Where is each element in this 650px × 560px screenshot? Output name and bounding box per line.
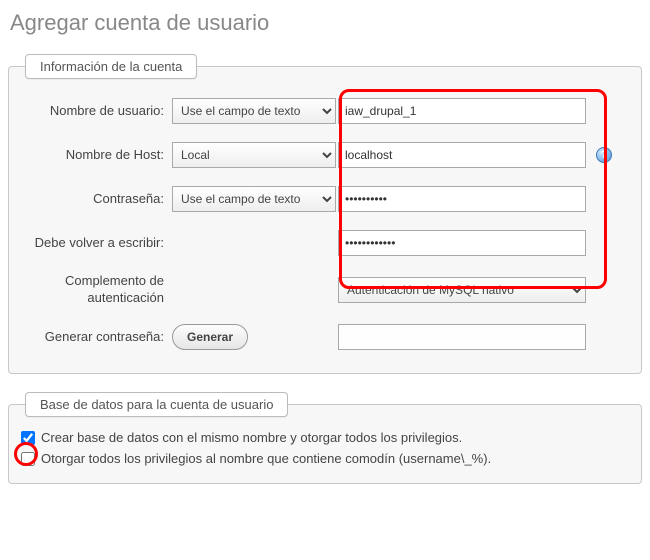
- row-retype: Debe volver a escribir:: [17, 221, 633, 265]
- generated-password-input[interactable]: [338, 324, 586, 350]
- username-label: Nombre de usuario:: [17, 103, 172, 120]
- username-input[interactable]: [338, 98, 586, 124]
- row-host: Nombre de Host: Local ?: [17, 133, 633, 177]
- host-mode-select[interactable]: Local: [172, 142, 336, 168]
- generate-button[interactable]: Generar: [172, 324, 248, 350]
- row-password: Contraseña: Use el campo de texto: [17, 177, 633, 221]
- retype-input[interactable]: [338, 230, 586, 256]
- password-mode-select[interactable]: Use el campo de texto: [172, 186, 336, 212]
- auth-plugin-label: Complemento de autenticación: [17, 273, 172, 307]
- create-same-db-label: Crear base de datos con el mismo nombre …: [41, 430, 462, 445]
- wildcard-db-label: Otorgar todos los privilegios al nombre …: [41, 451, 491, 466]
- username-mode-select[interactable]: Use el campo de texto: [172, 98, 336, 124]
- host-input[interactable]: [338, 142, 586, 168]
- database-fieldset: Base de datos para la cuenta de usuario …: [8, 392, 642, 484]
- host-label: Nombre de Host:: [17, 147, 172, 164]
- database-legend: Base de datos para la cuenta de usuario: [25, 392, 288, 417]
- account-info-legend: Información de la cuenta: [25, 54, 197, 79]
- help-icon[interactable]: ?: [596, 147, 612, 163]
- create-same-db-checkbox[interactable]: [21, 431, 35, 445]
- auth-plugin-select[interactable]: Autenticación de MySQL nativo: [338, 277, 586, 303]
- generate-label: Generar contraseña:: [17, 329, 172, 346]
- retype-label: Debe volver a escribir:: [17, 235, 172, 252]
- page-title: Agregar cuenta de usuario: [10, 10, 644, 36]
- row-wildcard-db: Otorgar todos los privilegios al nombre …: [17, 448, 633, 469]
- wildcard-db-checkbox[interactable]: [21, 452, 35, 466]
- row-auth-plugin: Complemento de autenticación Autenticaci…: [17, 265, 633, 315]
- account-info-fieldset: Información de la cuenta Nombre de usuar…: [8, 54, 642, 374]
- row-username: Nombre de usuario: Use el campo de texto: [17, 89, 633, 133]
- row-generate: Generar contraseña: Generar: [17, 315, 633, 359]
- row-create-same-db: Crear base de datos con el mismo nombre …: [17, 427, 633, 448]
- password-label: Contraseña:: [17, 191, 172, 208]
- password-input[interactable]: [338, 186, 586, 212]
